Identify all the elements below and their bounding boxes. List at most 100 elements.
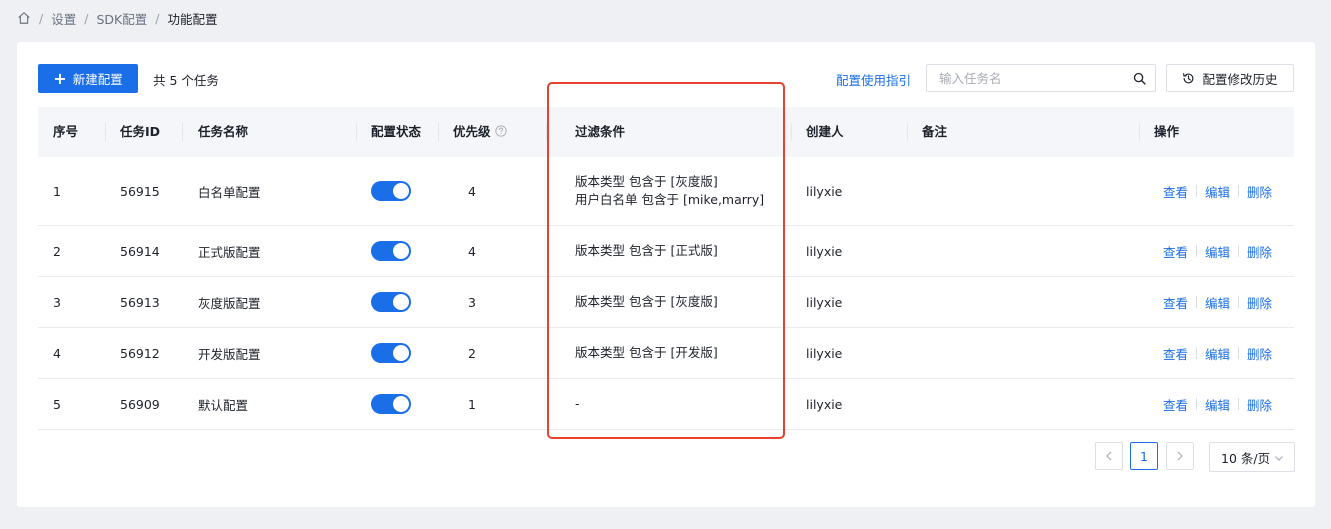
status-toggle[interactable]	[371, 343, 411, 363]
cell-task-id: 56913	[120, 294, 160, 310]
total-count: 共 5 个任务	[153, 73, 219, 88]
chevron-down-icon	[1275, 456, 1283, 461]
toolbar: + 新建配置 共 5 个任务 配置使用指引 配置修改历史	[38, 64, 1294, 94]
cell-priority: 4	[468, 183, 476, 199]
page-size-value: 10 条/页	[1221, 450, 1271, 466]
cell-index: 1	[53, 183, 61, 199]
col-divider	[791, 123, 792, 141]
toggle-knob	[393, 396, 409, 412]
table-row: 3 56913 灰度版配置 3 版本类型 包含于 [灰度版] lilyxie 查…	[38, 277, 1294, 328]
cell-task-name: 默认配置	[198, 397, 249, 413]
cell-task-name: 开发版配置	[198, 346, 261, 362]
edit-link[interactable]: 编辑	[1205, 242, 1230, 261]
cell-task-name: 白名单配置	[198, 184, 261, 200]
col-divider	[356, 123, 357, 141]
action-divider	[1238, 347, 1240, 359]
config-history-button[interactable]: 配置修改历史	[1166, 64, 1294, 92]
view-link[interactable]: 查看	[1163, 395, 1188, 414]
col-header-priority-label: 优先级	[453, 124, 491, 139]
status-toggle[interactable]	[371, 241, 411, 261]
col-divider	[907, 123, 908, 141]
action-divider	[1196, 347, 1198, 359]
edit-link[interactable]: 编辑	[1205, 293, 1230, 312]
search-input[interactable]	[937, 70, 1131, 87]
view-link[interactable]: 查看	[1163, 293, 1188, 312]
breadcrumb-item-current: 功能配置	[167, 11, 218, 27]
action-divider	[1196, 398, 1198, 410]
toggle-knob	[393, 183, 409, 199]
edit-link[interactable]: 编辑	[1205, 344, 1230, 363]
config-table: 序号 任务ID 任务名称 配置状态 优先级 过滤条件 创建人 备注 操作 1 5…	[38, 107, 1294, 430]
breadcrumb-separator: /	[39, 10, 44, 26]
cell-priority: 2	[468, 345, 476, 361]
main-card: + 新建配置 共 5 个任务 配置使用指引 配置修改历史 序号 任务ID	[17, 42, 1315, 507]
col-divider	[1139, 123, 1140, 141]
cell-actions: 查看 编辑 删除	[1163, 328, 1272, 378]
view-link[interactable]: 查看	[1163, 182, 1188, 201]
status-toggle[interactable]	[371, 292, 411, 312]
cell-index: 3	[53, 294, 61, 310]
cell-priority: 3	[468, 294, 476, 310]
cell-creator: lilyxie	[806, 183, 843, 199]
col-header-note: 备注	[922, 124, 948, 139]
cell-actions: 查看 编辑 删除	[1163, 226, 1272, 276]
help-icon[interactable]	[494, 125, 507, 137]
filter-condition: 用户白名单 包含于 [mike,marry]	[575, 192, 765, 207]
col-divider	[105, 123, 106, 141]
col-divider	[182, 123, 183, 141]
cell-filter: 版本类型 包含于 [正式版]	[575, 226, 718, 276]
action-divider	[1196, 296, 1198, 308]
status-toggle[interactable]	[371, 181, 411, 201]
toggle-knob	[393, 345, 409, 361]
search-box	[926, 64, 1156, 92]
prev-page-button[interactable]	[1095, 442, 1123, 470]
filter-condition: 版本类型 包含于 [灰度版]	[575, 174, 718, 189]
table-row: 4 56912 开发版配置 2 版本类型 包含于 [开发版] lilyxie 查…	[38, 328, 1294, 379]
new-config-button[interactable]: + 新建配置	[38, 64, 138, 93]
breadcrumb-item-settings[interactable]: 设置	[51, 9, 76, 28]
toggle-knob	[393, 294, 409, 310]
cell-creator: lilyxie	[806, 345, 843, 361]
col-divider	[546, 123, 547, 141]
col-header-task-id: 任务ID	[120, 124, 161, 139]
table-header: 序号 任务ID 任务名称 配置状态 优先级 过滤条件 创建人 备注 操作	[38, 107, 1294, 157]
home-icon[interactable]	[17, 11, 31, 25]
cell-actions: 查看 编辑 删除	[1163, 157, 1272, 225]
col-divider	[438, 123, 439, 141]
edit-link[interactable]: 编辑	[1205, 182, 1230, 201]
history-icon	[1183, 72, 1194, 83]
cell-index: 4	[53, 345, 61, 361]
cell-task-id: 56909	[120, 396, 160, 412]
delete-link[interactable]: 删除	[1247, 344, 1272, 363]
col-header-creator: 创建人	[806, 124, 844, 139]
cell-index: 2	[53, 243, 61, 259]
breadcrumb-item-sdk-config[interactable]: SDK配置	[96, 9, 147, 28]
cell-creator: lilyxie	[806, 396, 843, 412]
page-number-button[interactable]: 1	[1130, 442, 1158, 470]
delete-link[interactable]: 删除	[1247, 395, 1272, 414]
cell-filter: -	[575, 379, 580, 429]
search-icon[interactable]	[1133, 72, 1146, 85]
delete-link[interactable]: 删除	[1247, 182, 1272, 201]
chevron-left-icon	[1106, 451, 1112, 461]
action-divider	[1196, 245, 1198, 257]
delete-link[interactable]: 删除	[1247, 293, 1272, 312]
cell-filter: 版本类型 包含于 [开发版]	[575, 328, 718, 378]
cell-creator: lilyxie	[806, 243, 843, 259]
cell-filter: 版本类型 包含于 [灰度版] 用户白名单 包含于 [mike,marry]	[575, 157, 764, 225]
cell-actions: 查看 编辑 删除	[1163, 277, 1272, 327]
delete-link[interactable]: 删除	[1247, 242, 1272, 261]
cell-actions: 查看 编辑 删除	[1163, 379, 1272, 429]
edit-link[interactable]: 编辑	[1205, 395, 1230, 414]
new-config-button-label: 新建配置	[72, 72, 123, 87]
plus-icon: +	[53, 68, 67, 88]
cell-task-id: 56915	[120, 183, 160, 199]
view-link[interactable]: 查看	[1163, 242, 1188, 261]
config-guide-link[interactable]: 配置使用指引	[836, 70, 911, 89]
page-size-select[interactable]: 10 条/页	[1209, 442, 1295, 472]
next-page-button[interactable]	[1166, 442, 1194, 470]
view-link[interactable]: 查看	[1163, 344, 1188, 363]
toggle-knob	[393, 243, 409, 259]
status-toggle[interactable]	[371, 394, 411, 414]
breadcrumb: / 设置 / SDK配置 / 功能配置	[17, 9, 217, 27]
